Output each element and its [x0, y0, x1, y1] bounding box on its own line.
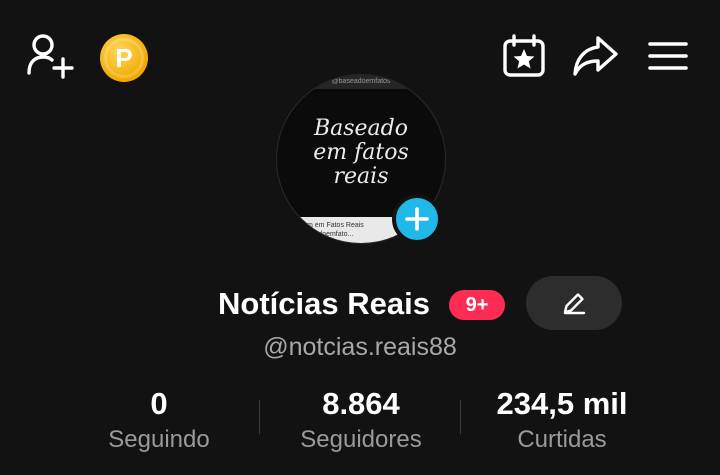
- stat-following-label: Seguindo: [108, 426, 210, 453]
- profile-username: @notcias.reais88: [263, 333, 457, 361]
- calendar-star-icon: [503, 34, 545, 77]
- stat-following-value: 0: [150, 386, 168, 421]
- person-plus-icon: [27, 34, 74, 79]
- hamburger-icon: [648, 42, 688, 70]
- menu-button[interactable]: [642, 32, 694, 80]
- avatar-script-text: Baseado em fatos reais: [277, 117, 445, 189]
- coin-icon: P: [104, 38, 144, 78]
- pencil-icon: [563, 293, 586, 315]
- profile-avatar-wrapper[interactable]: @baseadoemfatos Baseado em fatos reais m…: [276, 74, 446, 244]
- stat-likes-label: Curtidas: [517, 426, 607, 453]
- stat-followers-label: Seguidores: [300, 426, 422, 453]
- stat-following[interactable]: 0 Seguindo: [49, 387, 269, 455]
- avatar-script-line2: em fatos: [313, 140, 409, 165]
- stat-likes[interactable]: 234,5 mil Curtidas: [452, 387, 672, 455]
- profile-name: Notícias Reais: [218, 286, 430, 321]
- avatar-top-text: @baseadoemfatos: [277, 75, 445, 89]
- stat-followers-value: 8.864: [322, 386, 400, 421]
- add-avatar-button[interactable]: [392, 194, 442, 244]
- stat-followers[interactable]: 8.864 Seguidores: [251, 387, 471, 455]
- avatar-script-line3: reais: [333, 164, 389, 189]
- add-friend-button[interactable]: [24, 30, 78, 80]
- notification-badge[interactable]: 9+: [449, 290, 505, 320]
- share-arrow-icon: [573, 36, 618, 76]
- calendar-button[interactable]: [498, 32, 550, 80]
- coins-button[interactable]: P: [100, 34, 148, 82]
- share-button[interactable]: [568, 32, 622, 80]
- plus-icon: [405, 207, 429, 231]
- coin-letter: P: [115, 42, 133, 73]
- stat-likes-value: 234,5 mil: [496, 386, 628, 421]
- avatar-script-line1: Baseado: [313, 116, 409, 141]
- edit-profile-button[interactable]: [526, 276, 622, 330]
